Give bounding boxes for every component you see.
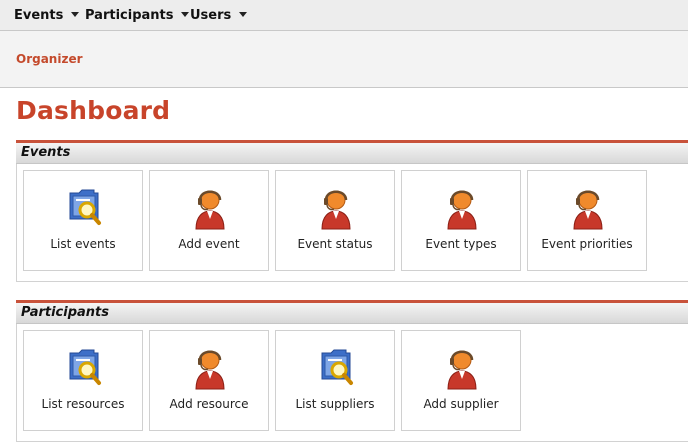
folder-search-icon — [69, 349, 101, 385]
tile-add-resource[interactable]: Add resource — [149, 330, 269, 431]
tile-label: Add event — [178, 237, 240, 251]
person-headset-icon — [573, 190, 603, 230]
folder-search-icon — [69, 189, 101, 225]
tile-label: List suppliers — [295, 397, 375, 411]
top-menubar: Events Participants Users — [0, 0, 688, 31]
tile-label: Event status — [297, 237, 373, 251]
organizer-link[interactable]: Organizer — [16, 52, 83, 66]
section-events: Events List events Add event Event statu… — [16, 140, 688, 282]
section-events-body: List events Add event Event status Event… — [16, 164, 688, 282]
tile-list-resources[interactable]: List resources — [23, 330, 143, 431]
menu-users-label: Users — [190, 8, 232, 23]
person-headset-icon — [321, 190, 351, 230]
section-participants: Participants List resources Add resource — [16, 300, 688, 442]
person-headset-icon — [195, 350, 225, 390]
tile-label: Add resource — [169, 397, 249, 411]
tile-label: List events — [50, 237, 116, 251]
section-events-header: Events — [16, 143, 688, 164]
menu-participants[interactable]: Participants — [85, 0, 190, 31]
tile-list-events[interactable]: List events — [23, 170, 143, 271]
menu-events-label: Events — [14, 8, 64, 23]
person-headset-icon — [447, 350, 477, 390]
tile-label: List resources — [41, 397, 125, 411]
organizer-bar: Organizer — [0, 31, 688, 88]
tile-event-types[interactable]: Event types — [401, 170, 521, 271]
tile-event-priorities[interactable]: Event priorities — [527, 170, 647, 271]
page-title: Dashboard — [16, 96, 171, 125]
folder-search-icon — [321, 349, 353, 385]
chevron-down-icon — [181, 12, 190, 17]
tile-label: Add supplier — [423, 397, 499, 411]
tile-list-suppliers[interactable]: List suppliers — [275, 330, 395, 431]
tile-label: Event types — [425, 237, 497, 251]
chevron-down-icon — [71, 12, 80, 17]
person-headset-icon — [195, 190, 225, 230]
tile-event-status[interactable]: Event status — [275, 170, 395, 271]
menu-users[interactable]: Users — [190, 0, 248, 31]
section-participants-header: Participants — [16, 303, 688, 324]
tile-label: Event priorities — [541, 237, 633, 251]
section-participants-body: List resources Add resource List supplie… — [16, 324, 688, 442]
menu-participants-label: Participants — [85, 8, 174, 23]
tile-add-supplier[interactable]: Add supplier — [401, 330, 521, 431]
tile-add-event[interactable]: Add event — [149, 170, 269, 271]
person-headset-icon — [447, 190, 477, 230]
chevron-down-icon — [239, 12, 248, 17]
menu-events[interactable]: Events — [14, 0, 80, 31]
